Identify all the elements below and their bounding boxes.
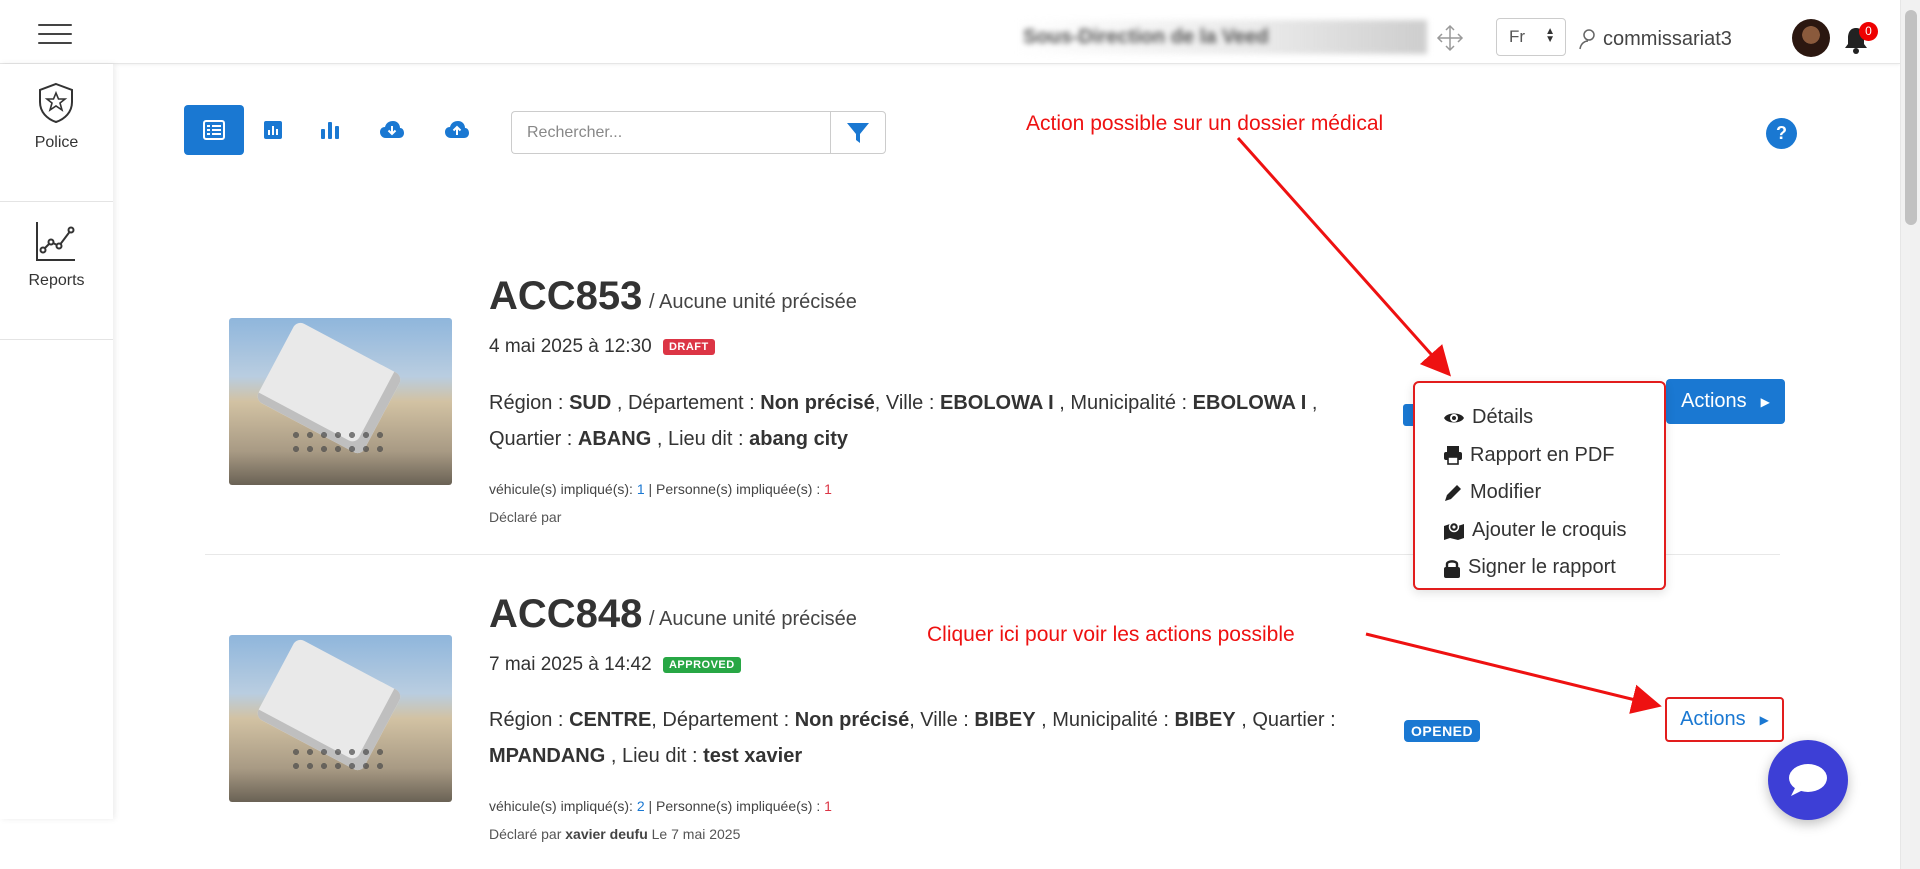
- filter-icon: [847, 122, 869, 143]
- actions-dropdown-menu: Détails Rapport en PDF Modifier Ajouter …: [1413, 381, 1666, 590]
- annotation-bottom: Cliquer ici pour voir les actions possib…: [927, 623, 1295, 646]
- record-location: Région : SUD , Département : Non précisé…: [489, 392, 1318, 450]
- username[interactable]: commissariat3: [1603, 28, 1732, 51]
- bar-chart-icon: [321, 122, 339, 139]
- sidebar: Police Reports: [0, 64, 113, 819]
- menu-toggle-icon[interactable]: [38, 24, 72, 46]
- menu-item-sign-report[interactable]: Signer le rapport: [1415, 549, 1664, 587]
- notification-badge: 0: [1859, 22, 1878, 41]
- actions-label: Actions: [1681, 390, 1747, 412]
- line-chart-icon: [36, 222, 75, 261]
- caret-right-icon: ▶: [1760, 394, 1770, 409]
- organization-name: Sous-Direction de la Veed: [1015, 20, 1427, 54]
- select-arrows-icon: ▲ ▼: [1545, 26, 1555, 45]
- lock-icon: [1444, 559, 1460, 578]
- language-value: Fr: [1509, 27, 1526, 46]
- sidebar-item-label: Police: [34, 134, 79, 151]
- caret-right-icon: ▶: [1759, 712, 1769, 727]
- list-icon: [203, 120, 225, 140]
- record-code[interactable]: ACC853: [489, 274, 642, 319]
- accident-photo[interactable]: [229, 635, 452, 802]
- search-input[interactable]: [511, 111, 831, 154]
- record-code[interactable]: ACC848: [489, 592, 642, 637]
- record-unit: / Aucune unité précisée: [649, 291, 857, 313]
- sidebar-item-label: Reports: [28, 272, 85, 289]
- bar-chart-small-icon: [264, 121, 282, 139]
- upload-button[interactable]: [427, 105, 487, 155]
- avatar[interactable]: [1792, 19, 1830, 57]
- menu-item-edit[interactable]: Modifier: [1415, 474, 1664, 512]
- pencil-icon: [1445, 484, 1461, 501]
- top-bar: Sous-Direction de la Veed Fr ▲ ▼ commissa…: [0, 0, 1900, 64]
- actions-button[interactable]: Actions ▶: [1665, 697, 1784, 742]
- record-involvement: véhicule(s) impliqué(s): 2 | Personne(s)…: [489, 798, 832, 814]
- menu-item-details[interactable]: Détails: [1415, 399, 1664, 437]
- arrow-to-actions-button: [1365, 632, 1662, 714]
- print-icon: [1444, 446, 1462, 466]
- record-date-text: 4 mai 2025 à 12:30: [489, 336, 652, 357]
- scrollbar-thumb[interactable]: [1905, 10, 1917, 225]
- chat-button[interactable]: [1768, 740, 1848, 820]
- record-location: Région : CENTRE, Département : Non préci…: [489, 709, 1336, 767]
- chat-bubble-icon: [1789, 764, 1827, 796]
- actions-button[interactable]: Actions ▶: [1666, 379, 1785, 424]
- record-declared-by: Déclaré par: [489, 509, 562, 525]
- page-scrollbar[interactable]: [1900, 0, 1920, 869]
- status-badge: APPROVED: [662, 656, 741, 673]
- filter-button[interactable]: [830, 111, 886, 154]
- workflow-status-badge: OPENED: [1404, 720, 1481, 742]
- eye-icon: [1444, 413, 1464, 423]
- accident-photo[interactable]: [229, 318, 452, 485]
- record-date-text: 7 mai 2025 à 14:42: [489, 654, 652, 675]
- sidebar-item-police[interactable]: Police: [0, 64, 113, 202]
- actions-label: Actions: [1680, 708, 1746, 730]
- arrow-to-dropdown: [1236, 137, 1451, 377]
- cloud-download-icon: [380, 121, 404, 138]
- app-root: Sous-Direction de la Veed Fr ▲ ▼ commissa…: [0, 0, 1920, 869]
- menu-item-add-sketch[interactable]: Ajouter le croquis: [1415, 512, 1664, 550]
- bar-chart-button[interactable]: [243, 105, 303, 155]
- move-icon[interactable]: [1436, 24, 1464, 52]
- help-button[interactable]: ?: [1766, 118, 1797, 149]
- menu-item-pdf-report[interactable]: Rapport en PDF: [1415, 437, 1664, 475]
- cloud-upload-icon: [445, 121, 469, 138]
- record-involvement: véhicule(s) impliqué(s): 1 | Personne(s)…: [489, 481, 832, 497]
- record-declared-by: Déclaré par xavier deufu Le 7 mai 2025: [489, 826, 741, 842]
- record-unit: / Aucune unité précisée: [649, 608, 857, 630]
- map-marker-icon: [1444, 522, 1464, 541]
- user-icon: [1579, 29, 1595, 50]
- status-badge: DRAFT: [662, 338, 715, 355]
- list-view-button[interactable]: [184, 105, 244, 155]
- language-select[interactable]: Fr ▲ ▼: [1496, 18, 1566, 56]
- column-chart-button[interactable]: [300, 105, 360, 155]
- annotation-top: Action possible sur un dossier médical: [1026, 112, 1384, 135]
- police-badge-icon: [39, 82, 73, 124]
- sidebar-item-reports[interactable]: Reports: [0, 202, 113, 340]
- record-date: 4 mai 2025 à 12:30 DRAFT: [489, 336, 715, 358]
- download-button[interactable]: [362, 105, 422, 155]
- record-date: 7 mai 2025 à 14:42 APPROVED: [489, 654, 741, 676]
